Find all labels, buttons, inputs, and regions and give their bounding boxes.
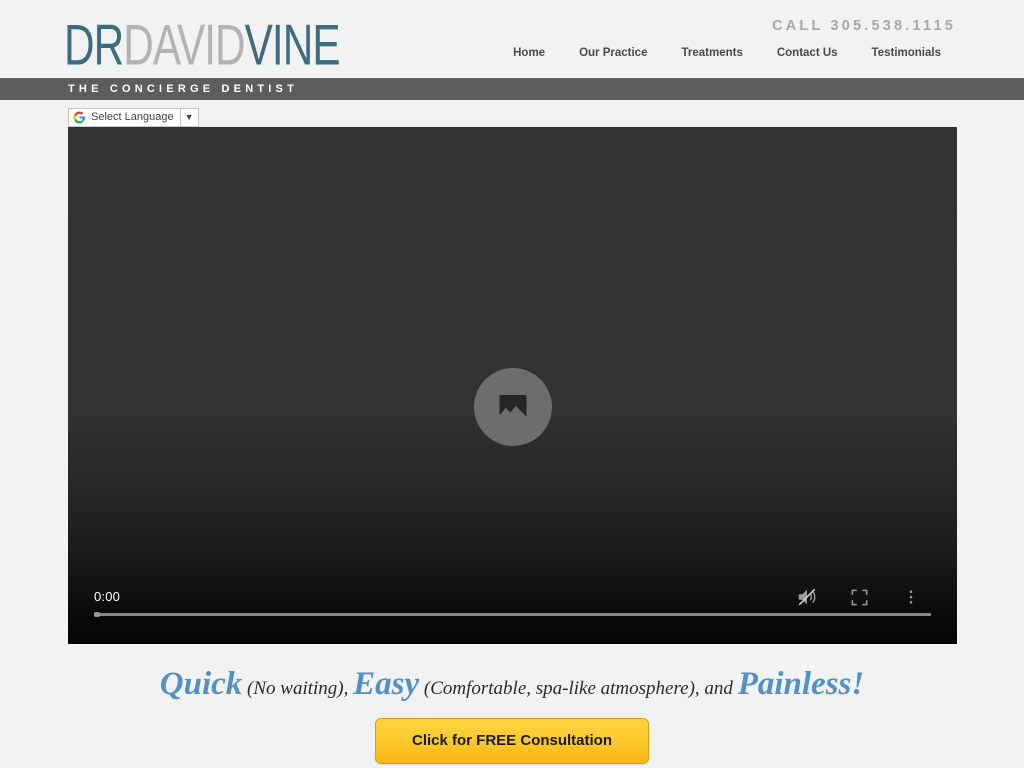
broken-image-placeholder-icon [473, 368, 552, 446]
video-player[interactable]: 0:00 [68, 127, 957, 644]
tagline-word-easy: Easy [353, 666, 420, 702]
image-glyph-icon [499, 395, 526, 419]
fullscreen-icon[interactable] [843, 581, 875, 613]
more-options-icon[interactable] [895, 581, 927, 613]
video-controls-bar: 0:00 [68, 569, 957, 644]
video-progress-handle[interactable] [94, 612, 100, 617]
marketing-tagline: Quick (No waiting), Easy (Comfortable, s… [0, 666, 1024, 703]
tagline-note-no-waiting: (No waiting), [242, 678, 354, 699]
mute-icon[interactable] [791, 581, 823, 613]
chevron-down-icon[interactable]: ▼ [181, 109, 198, 126]
mute-speaker-glyph [798, 588, 816, 606]
nav-item-testimonials[interactable]: Testimonials [855, 47, 958, 59]
cta-text-before: Click for [411, 732, 477, 749]
nav-item-treatments[interactable]: Treatments [664, 47, 759, 59]
video-control-buttons [791, 581, 927, 613]
main-navigation: Home Our Practice Treatments Contact Us … [496, 47, 958, 59]
tagline-word-quick: Quick [159, 666, 243, 702]
language-selector-label: Select Language [91, 111, 174, 123]
translate-widget-row: Select Language ▼ [0, 100, 1024, 127]
nav-item-our-practice[interactable]: Our Practice [562, 47, 664, 59]
video-progress-bar[interactable] [94, 612, 931, 617]
cta-row: Click for FREE Consultation [0, 718, 1024, 764]
concierge-tagline-bar: THE CONCIERGE DENTIST [0, 78, 1024, 100]
free-consultation-button[interactable]: Click for FREE Consultation [374, 718, 650, 764]
cta-text-after: Consultation [516, 732, 613, 749]
logo-part-dr: DR [64, 12, 124, 78]
fullscreen-glyph [851, 589, 867, 605]
cta-text-emphasis: FREE [476, 732, 517, 749]
video-current-time: 0:00 [94, 589, 121, 604]
kebab-menu-glyph [909, 590, 913, 604]
google-g-icon [73, 111, 86, 124]
tagline-word-painless: Painless! [737, 666, 865, 702]
nav-item-contact-us[interactable]: Contact Us [760, 47, 855, 59]
concierge-tagline-text: THE CONCIERGE DENTIST [68, 83, 298, 95]
logo-part-david: DAVID [123, 12, 245, 78]
site-logo[interactable]: DRDAVIDVINE [64, 16, 357, 74]
language-selector[interactable]: Select Language ▼ [68, 108, 199, 127]
nav-item-home[interactable]: Home [496, 47, 562, 59]
tagline-note-comfortable: (Comfortable, spa-like atmosphere), and [419, 678, 738, 699]
phone-number[interactable]: CALL 305.538.1115 [772, 18, 956, 34]
site-header: DRDAVIDVINE CALL 305.538.1115 Home Our P… [0, 0, 1024, 78]
logo-part-vine: VINE [244, 12, 341, 78]
logo-text: DRDAVIDVINE [64, 16, 341, 74]
